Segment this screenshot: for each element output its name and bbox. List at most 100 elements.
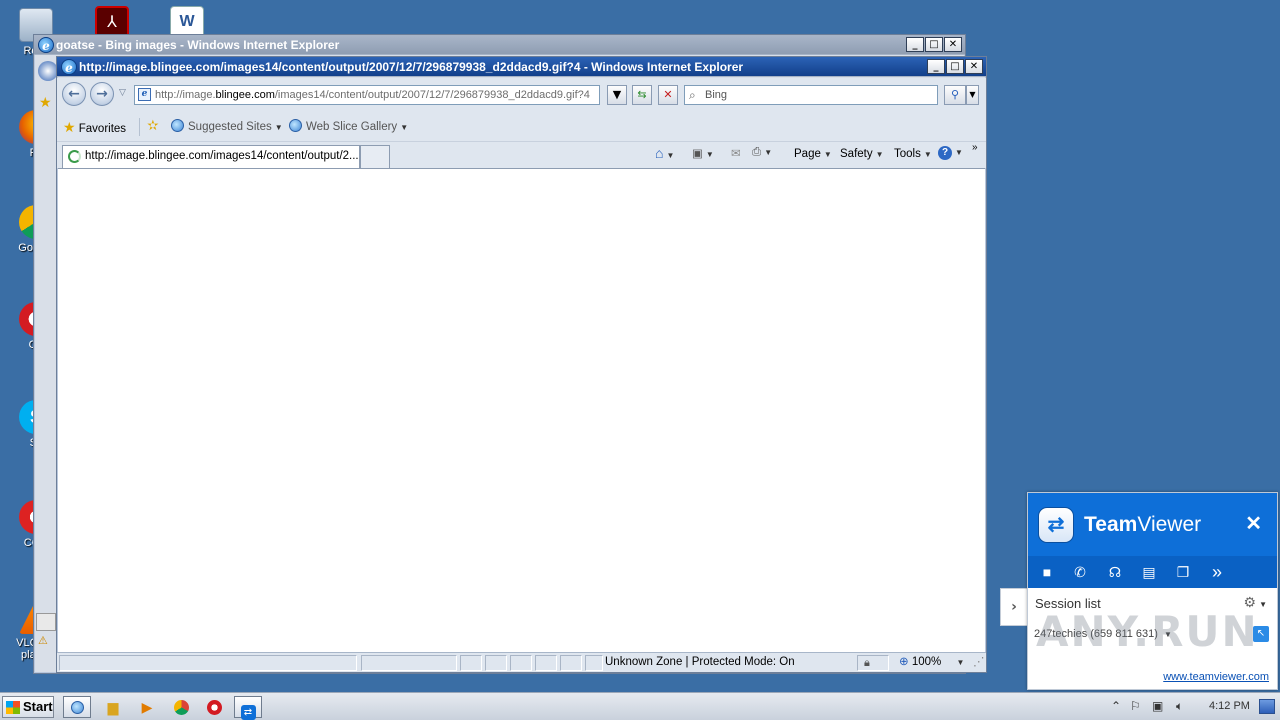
page-menu[interactable]: Page ▼ — [794, 148, 832, 160]
read-mail-button[interactable]: ✉ — [731, 146, 741, 160]
tab-current[interactable]: http://image.blingee.com/images14/conten… — [62, 145, 360, 168]
minimize-button[interactable]: _ — [927, 59, 945, 74]
teamviewer-header: ⇄ TeamViewer ✕ — [1028, 493, 1277, 556]
network-icon[interactable]: ▣ — [1152, 699, 1163, 713]
search-options-button[interactable]: ▼ — [966, 85, 979, 105]
close-button[interactable]: ✕ — [965, 59, 983, 74]
ie-titlebar[interactable]: e http://image.blingee.com/images14/cont… — [57, 57, 986, 77]
brand-bold: Team — [1084, 513, 1138, 536]
caret-down-icon: ▼ — [705, 150, 714, 159]
clock[interactable]: 4:12 PM — [1209, 700, 1250, 712]
teamviewer-close-button[interactable]: ✕ — [1245, 511, 1262, 537]
help-button[interactable]: ? ▼ — [938, 146, 963, 160]
address-suffix: /images14/content/output/2007/12/7/29687… — [274, 89, 590, 101]
stop-button[interactable]: ✕ — [658, 85, 678, 105]
maximize-button[interactable]: □ — [946, 59, 964, 74]
page-icon: e — [138, 88, 151, 101]
taskbar-teamviewer[interactable]: ⇄ — [234, 696, 262, 720]
tools-menu[interactable]: Tools ▼ — [894, 148, 932, 160]
chat-button[interactable]: ▤ — [1139, 562, 1159, 582]
protected-mode-cell[interactable]: 🔒︎ — [857, 655, 889, 671]
ie-icon: e — [61, 59, 77, 75]
safety-menu[interactable]: Safety ▼ — [840, 148, 884, 160]
feeds-button[interactable]: ▣ ▼ — [692, 146, 714, 160]
arrow-right-icon: → — [96, 86, 108, 102]
favorites-star-icon: ★ — [63, 119, 76, 135]
audio-button[interactable]: ☊ — [1105, 562, 1125, 582]
zoom-control[interactable]: ⊕ 100% ▼ — [899, 653, 964, 672]
caret-down-icon: ▼ — [955, 148, 963, 157]
opera-icon — [206, 700, 222, 715]
favorites-label: Favorites — [78, 123, 127, 135]
ie-window[interactable]: e http://image.blingee.com/images14/cont… — [56, 56, 987, 673]
taskbar-chrome[interactable] — [167, 696, 195, 718]
call-button[interactable]: ✆ — [1070, 562, 1090, 582]
ie-page-icon — [289, 119, 302, 132]
favorites-button[interactable]: ★ Favorites — [63, 119, 126, 136]
caret-down-icon: ▼ — [274, 123, 283, 132]
files-button[interactable]: ❐ — [1173, 562, 1193, 582]
arrow-left-icon: ← — [68, 86, 80, 102]
add-to-favorites-button[interactable]: ✫ — [147, 117, 159, 134]
address-prefix: http://image. — [155, 89, 216, 101]
more-commands-button[interactable]: » — [972, 142, 978, 153]
web-slice-gallery-button[interactable]: Web Slice Gallery ▼ — [289, 119, 408, 133]
maximize-button[interactable]: □ — [925, 37, 943, 52]
close-button[interactable]: ✕ — [944, 37, 962, 52]
taskbar-internet-explorer[interactable] — [63, 696, 91, 718]
taskbar-media-player[interactable]: ▶ — [133, 696, 161, 718]
home-button[interactable]: ⌂ ▼ — [655, 145, 674, 161]
start-label: Start — [23, 699, 53, 714]
taskbar-explorer[interactable]: ▆ — [99, 696, 127, 718]
print-button[interactable]: ⎙ ▼ — [752, 146, 772, 159]
volume-icon[interactable]: 🔈︎ — [1176, 699, 1183, 714]
status-cell — [585, 655, 603, 671]
show-hidden-icons-button[interactable]: ⌃ — [1111, 699, 1121, 713]
action-center-icon[interactable]: ⚐ — [1130, 699, 1141, 713]
search-button[interactable]: ⚲ — [944, 85, 966, 105]
show-desktop-button[interactable] — [1259, 699, 1275, 714]
back-window-titlebar[interactable]: e goatse - Bing images - Windows Interne… — [34, 35, 965, 55]
suggested-sites-button[interactable]: Suggested Sites ▼ — [171, 119, 283, 133]
more-button[interactable]: » — [1207, 562, 1227, 582]
back-button[interactable]: ← — [62, 82, 86, 106]
stop-icon: ✕ — [663, 88, 673, 101]
chrome-icon — [173, 700, 189, 715]
status-progress-cell — [361, 655, 457, 671]
scroll-left-button[interactable] — [36, 613, 56, 631]
resize-grip-icon[interactable]: ⋰ — [973, 653, 985, 672]
teamviewer-website-link[interactable]: www.teamviewer.com — [1163, 671, 1269, 683]
back-button-icon[interactable] — [38, 61, 58, 81]
navigation-bar: ← → ▽ e http://image.blingee.com/images1… — [57, 78, 986, 112]
forward-button[interactable]: → — [90, 82, 114, 106]
tools-menu-label: Tools — [894, 148, 921, 160]
tab-bar: http://image.blingee.com/images14/conten… — [57, 142, 986, 168]
teamviewer-brand: TeamViewer — [1084, 512, 1201, 538]
start-button[interactable]: Start — [2, 696, 54, 718]
video-camera-icon: ■ — [1042, 564, 1052, 580]
refresh-button[interactable]: ⇆ — [632, 85, 652, 105]
video-button[interactable]: ■ — [1037, 562, 1057, 582]
status-cell — [460, 655, 482, 671]
new-tab-button[interactable] — [360, 145, 390, 168]
address-dropdown-button[interactable]: ▼ — [607, 85, 627, 105]
teamviewer-expand-tab[interactable]: › — [1000, 588, 1027, 626]
ie-page-icon — [171, 119, 184, 132]
status-cell — [510, 655, 532, 671]
security-zone[interactable]: Unknown Zone | Protected Mode: On — [605, 653, 795, 672]
teamviewer-panel[interactable]: ⇄ TeamViewer ✕ ■ ✆ ☊ ▤ ❐ » Session list … — [1027, 492, 1278, 690]
files-icon: ❐ — [1176, 564, 1190, 580]
search-input[interactable]: ⌕ Bing — [684, 85, 938, 105]
address-bar[interactable]: e http://image.blingee.com/images14/cont… — [134, 85, 600, 105]
favorites-bar: ★ Favorites ✫ Suggested Sites ▼ Web Slice… — [57, 112, 986, 142]
chevron-down-icon: ▼ — [612, 88, 622, 101]
safety-menu-label: Safety — [840, 148, 873, 160]
caret-down-icon: ▼ — [666, 151, 675, 160]
minimize-button[interactable]: _ — [906, 37, 924, 52]
teamviewer-icon: ⇄ — [240, 705, 256, 720]
phone-icon: ✆ — [1074, 564, 1086, 580]
address-domain: blingee.com — [215, 89, 275, 101]
page-content[interactable] — [58, 168, 985, 652]
taskbar-opera[interactable] — [200, 696, 228, 718]
recent-pages-dropdown[interactable]: ▽ — [119, 88, 126, 98]
